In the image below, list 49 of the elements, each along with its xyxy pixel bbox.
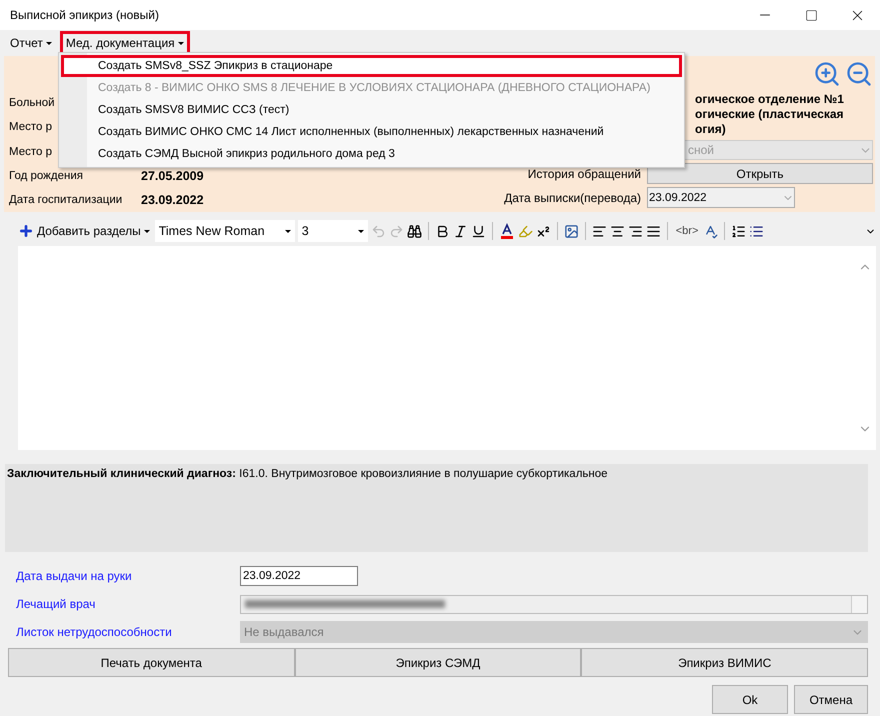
align-left-icon[interactable] <box>592 224 607 238</box>
dialog-button[interactable]: Ok <box>712 685 788 714</box>
menu-option[interactable]: Создать ВИМИС ОНКО СМС 14 Лист исполненных (выполненных) лекарственных назначений <box>61 121 682 143</box>
align-right-icon[interactable] <box>628 224 643 238</box>
image-icon[interactable] <box>564 224 579 238</box>
numbered-list-icon[interactable] <box>731 224 746 238</box>
field-label: Дата выдачи на руки <box>15 569 133 583</box>
date-field[interactable]: 23.09.2022 <box>647 187 795 208</box>
maximize-icon[interactable] <box>804 8 818 22</box>
diagnosis-text: Заключительный клинический диагноз: I61.0. Внутримозговое кровоизлияние в полушарие субкортикальное <box>7 468 608 480</box>
field-label: История обращений <box>528 166 641 180</box>
align-justify-icon[interactable] <box>646 224 661 238</box>
underline-icon[interactable] <box>470 224 486 238</box>
zoom-out-icon[interactable] <box>845 60 873 88</box>
field-label: Листок нетрудоспособности <box>15 625 173 639</box>
field-label: Лечащий врач <box>15 597 96 611</box>
doctor-field[interactable] <box>240 594 868 614</box>
size-select[interactable]: 3 <box>298 220 368 242</box>
field-label: Больной <box>9 97 55 110</box>
menu-item[interactable]: Отчет <box>4 31 58 55</box>
bullet-list-icon[interactable] <box>749 224 764 238</box>
field-label: Год рождения <box>9 170 83 182</box>
font-color-icon[interactable] <box>498 223 515 239</box>
field-label: Дата выписки(перевода) <box>504 190 641 204</box>
menu-option[interactable]: Создать SMSv8_SSZ Эпикриз в стационаре <box>61 55 682 77</box>
action-button[interactable]: Эпикриз ВИМИС <box>581 648 868 677</box>
date-input[interactable]: 23.09.2022 <box>240 566 358 586</box>
dialog-button[interactable]: Отмена <box>794 685 868 714</box>
field-value: 23.09.2022 <box>141 192 205 207</box>
align-center-icon[interactable] <box>610 224 625 238</box>
line-break-button[interactable]: <br> <box>674 225 700 237</box>
italic-icon[interactable] <box>452 224 468 238</box>
menu-option[interactable]: Создать SMSV8 ВИМИС ССЗ (тест) <box>61 99 682 121</box>
font-select[interactable]: Times New Roman <box>154 220 295 242</box>
action-button[interactable]: Печать документа <box>8 648 295 677</box>
field-value: 27.05.2009 <box>141 168 205 183</box>
spellcheck-icon[interactable] <box>703 224 718 238</box>
superscript-icon[interactable] <box>536 224 551 238</box>
field-label: Место р <box>9 146 52 158</box>
binoculars-icon[interactable] <box>406 224 422 238</box>
window-title: Выписной эпикриз (новый) <box>10 8 160 22</box>
field-label: Место р <box>9 121 52 134</box>
add-sections-button[interactable]: Добавить разделы <box>16 223 152 239</box>
department-text: огическое отделение №1 огические (пластическая огия) <box>695 92 845 138</box>
plus-icon <box>18 223 34 239</box>
zoom-in-icon[interactable] <box>813 60 841 88</box>
open-button[interactable]: Открыть <box>647 163 873 184</box>
field-label: Дата госпитализации <box>9 194 122 206</box>
action-button[interactable]: Эпикриз СЭМД <box>294 648 582 677</box>
